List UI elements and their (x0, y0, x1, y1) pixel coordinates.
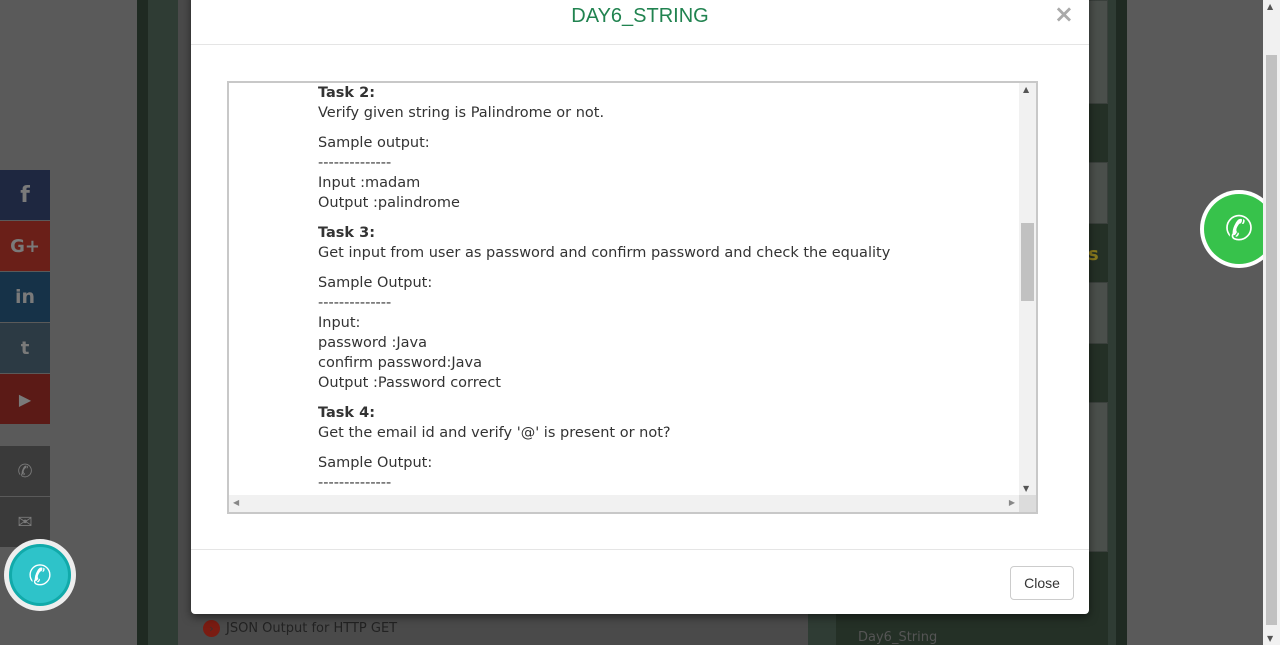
content-line: Output :Password correct (318, 375, 501, 391)
task-heading-text: Task 2: (318, 85, 376, 101)
facebook-icon[interactable]: f (0, 170, 50, 220)
content-line: Input: (318, 315, 361, 331)
modal-title: DAY6_STRING (571, 5, 709, 27)
content-text: Task 2: Verify given string is Palindrome… (318, 83, 1018, 493)
phone-icon[interactable]: ✆ (0, 446, 50, 496)
content-line: Verify given string is Palindrome or not… (318, 105, 605, 121)
content-frame[interactable]: Task 2: Verify given string is Palindrome… (227, 81, 1038, 514)
content-line: password :Java (318, 335, 427, 351)
content-line: Input :madam (318, 175, 421, 191)
task-heading-text: Task 3: (318, 225, 376, 241)
content-line: -------------- (318, 295, 392, 311)
scroll-down-arrow-icon[interactable]: ▼ (1267, 634, 1273, 643)
scroll-up-arrow-icon[interactable]: ▲ (1267, 2, 1273, 11)
content-line: confirm password:Java (318, 355, 482, 371)
background-link-http-get[interactable]: › JSON Output for HTTP GET (203, 620, 397, 637)
frame-horizontal-scrollbar[interactable]: ◀ ▶ (229, 495, 1019, 512)
scroll-down-arrow-icon[interactable]: ▼ (1023, 484, 1029, 493)
modal-header: DAY6_STRING × (191, 0, 1089, 45)
content-line: Sample output: (318, 135, 430, 151)
linkedin-icon[interactable]: in (0, 272, 50, 322)
background-sidebar-heading: s (1088, 244, 1099, 265)
googleplus-icon[interactable]: G+ (0, 221, 50, 271)
scroll-up-arrow-icon[interactable]: ▲ (1023, 85, 1029, 94)
content-line: -------------- (318, 475, 392, 491)
twitter-icon[interactable]: t (0, 323, 50, 373)
modal-dialog: DAY6_STRING × Task 2: Verify given string… (191, 0, 1089, 614)
page-scrollbar[interactable]: ▲ ▼ (1263, 0, 1280, 645)
task-heading: Task 4: (318, 403, 1018, 423)
scroll-right-arrow-icon[interactable]: ▶ (1009, 498, 1015, 507)
content-line: Output :palindrome (318, 195, 460, 211)
chevron-right-icon: › (203, 620, 220, 637)
content-line: Get input from user as password and conf… (318, 245, 891, 261)
call-icon: ✆ (9, 544, 71, 606)
frame-vertical-scrollbar[interactable]: ▲ ▼ (1019, 83, 1036, 495)
youtube-icon[interactable]: ▶ (0, 374, 50, 424)
frame-scrollbar-thumb[interactable] (1021, 223, 1034, 301)
content-line: Sample Output: (318, 455, 433, 471)
task-heading-text: Task 4: (318, 405, 376, 421)
close-button[interactable]: Close (1010, 566, 1074, 600)
content-line: Get the email id and verify '@' is prese… (318, 425, 671, 441)
content-line: Sample Output: (318, 275, 433, 291)
page-scrollbar-thumb[interactable] (1266, 55, 1277, 625)
task-heading: Task 2: (318, 83, 1018, 103)
content-line: -------------- (318, 155, 392, 171)
scroll-left-arrow-icon[interactable]: ◀ (233, 498, 239, 507)
call-button[interactable]: ✆ (4, 539, 76, 611)
task-heading: Task 3: (318, 223, 1018, 243)
modal-footer: Close (191, 549, 1089, 614)
background-link-label: JSON Output for HTTP GET (226, 621, 398, 636)
close-icon[interactable]: × (1054, 0, 1074, 28)
background-side-link[interactable]: Day6_String (858, 630, 937, 645)
scrollbar-corner (1019, 495, 1036, 512)
